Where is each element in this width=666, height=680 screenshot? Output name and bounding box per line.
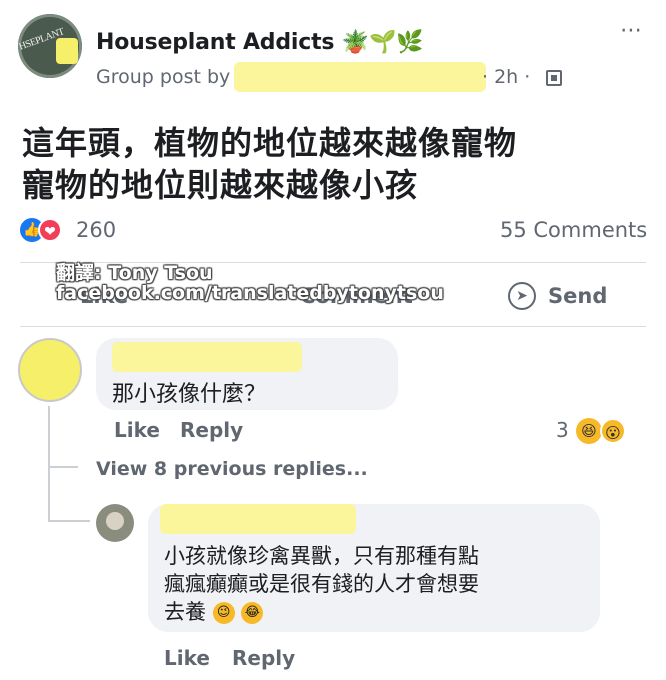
comment-reply-button[interactable]: Reply — [180, 418, 243, 442]
comment-like-button[interactable]: Like — [114, 418, 160, 442]
send-button[interactable]: Send — [548, 284, 607, 308]
comment-reaction-count[interactable]: 3 — [556, 418, 569, 442]
watermark-url: facebook.com/translatedbytonytsou — [56, 282, 444, 304]
reply-text-line-2: 瘋瘋癲癲或是很有錢的人才會想要 — [164, 572, 479, 596]
redaction-mark — [56, 38, 78, 64]
thread-connector — [48, 406, 50, 520]
commenter-name-redaction — [112, 342, 302, 372]
more-options-icon[interactable]: ⋯ — [620, 18, 643, 43]
reply-text-line-1: 小孩就像珍禽異獸，只有那種有點 — [164, 544, 479, 568]
replier-avatar[interactable] — [96, 504, 134, 542]
group-name-text[interactable]: Houseplant Addicts — [96, 30, 334, 55]
group-privacy-icon — [546, 70, 562, 86]
group-name[interactable]: Houseplant Addicts 🪴🌱🌿 — [96, 30, 424, 55]
reply-text-end: 去養 — [164, 600, 206, 624]
comment-text: 那小孩像什麼？ — [112, 382, 267, 407]
reaction-count[interactable]: 260 — [76, 218, 116, 242]
reply-reply-button[interactable]: Reply — [232, 646, 295, 670]
post-text-line-1: 這年頭，植物的地位越來越像寵物 — [22, 124, 518, 162]
wow-reaction-icon: 😮 — [600, 418, 626, 444]
divider — [20, 326, 646, 327]
haha-reaction-icon: 😆 — [576, 418, 602, 444]
post-subtitle: Group post by — [96, 66, 231, 88]
author-redaction — [234, 62, 486, 92]
comments-count[interactable]: 55 Comments — [500, 218, 647, 242]
view-previous-replies-link[interactable]: View 8 previous replies... — [96, 458, 368, 480]
tears-of-joy-emoji-icon: 😂 — [241, 602, 264, 624]
messenger-icon[interactable]: ➤ — [508, 282, 536, 310]
replier-name-redaction — [160, 504, 356, 534]
thread-connector — [48, 520, 90, 522]
wink-emoji-icon: 😉 — [212, 602, 235, 624]
reply-text-line-3: 去養 😉 😂 — [164, 598, 264, 626]
watermark-credit: 翻譯: Tony Tsou — [56, 262, 213, 284]
thread-connector — [48, 466, 78, 468]
reply-like-button[interactable]: Like — [164, 646, 210, 670]
group-avatar[interactable]: HSEPLANT — [18, 14, 82, 78]
commenter-avatar[interactable] — [18, 338, 82, 402]
group-emojis: 🪴🌱🌿 — [341, 30, 424, 55]
post-text-line-2: 寵物的地位則越來越像小孩 — [22, 166, 419, 204]
post-time[interactable]: · 2h · — [482, 66, 530, 88]
love-reaction-icon: ❤ — [38, 218, 62, 242]
